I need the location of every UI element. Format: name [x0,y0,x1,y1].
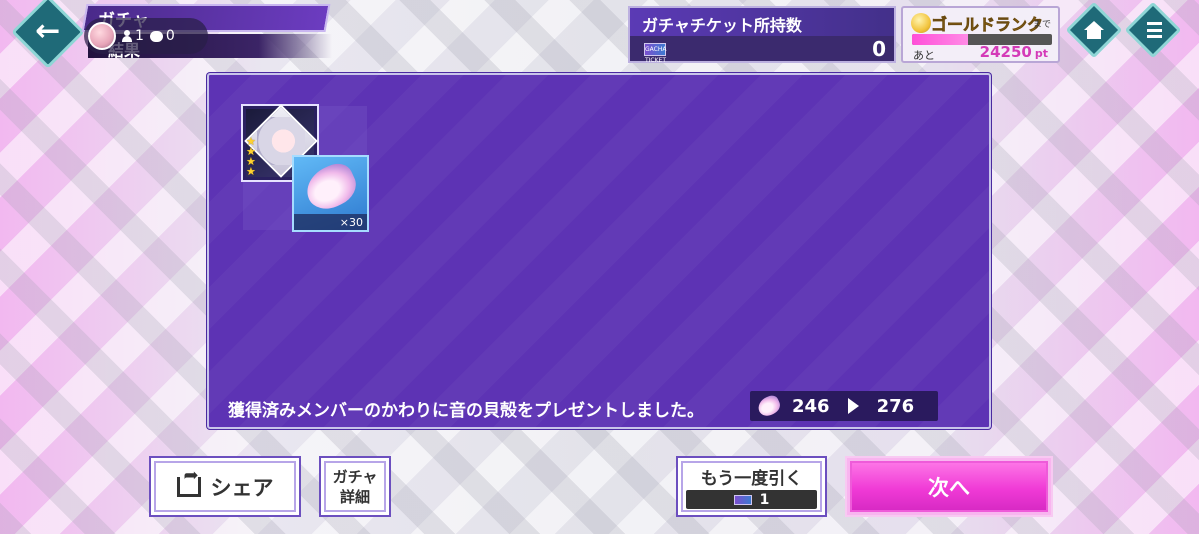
home-button[interactable] [1065,1,1123,59]
members-stat: 1 [122,28,144,44]
next-button[interactable]: 次へ [845,456,1053,517]
rank-suffix: まで [1033,20,1052,30]
share-label: シェア [210,475,274,500]
star-icon: ★ [246,165,256,178]
ticket-icon [733,494,752,505]
shell-icon [755,393,783,419]
comments-stat: 0 [149,28,175,44]
comments-count: 0 [165,28,175,44]
home-icon [1084,21,1104,39]
avatar [88,22,116,50]
next-label: 次へ [928,475,970,500]
rank-points: 24250 pt [980,43,1048,61]
shell-after: 276 [876,395,915,417]
ticket-icon: GACHA TICKET [644,43,666,64]
title-block: ガチャ 結果 1 0 [81,4,332,60]
back-arrow-icon: ← [35,13,61,49]
members-count: 1 [135,28,144,44]
shell-change-box: 246 276 [750,391,938,421]
ticket-title: ガチャチケット所持数 [630,8,894,36]
share-button[interactable]: シェア [149,456,301,517]
rank-name: ゴールドランク [931,15,1044,35]
chat-icon [149,30,163,42]
draw-again-button[interactable]: もう一度引く 1 [676,456,827,517]
rank-panel[interactable]: ゴールドランク まで あと 24250 pt [901,6,1060,63]
rank-progress-fill [912,34,968,45]
shell-item-result[interactable]: ×30 [292,155,369,232]
draw-again-cost-value: 1 [759,491,770,508]
detail-label-line2: 詳細 [339,487,370,506]
detail-label-line1: ガチャ [332,467,378,486]
gacha-result-panel: ★ ★ ★ ★ x1 ×30 獲得済みメンバーのかわりに音の貝殻をプレゼントしま… [207,73,991,429]
ticket-count: 0 [872,37,886,61]
result-message: 獲得済みメンバーのかわりに音の貝殻をプレゼントしました。 [228,401,704,421]
gold-medal-icon [911,13,931,33]
share-icon [176,465,201,497]
shell-icon [299,158,363,216]
room-info[interactable]: 1 0 [84,18,208,54]
rank-remaining-label: あと [913,49,935,62]
ticket-panel: ガチャチケット所持数 GACHA TICKET 0 [628,6,896,64]
menu-icon [1144,22,1162,38]
rarity-stars: ★ ★ ★ ★ [246,136,258,178]
person-icon [122,30,132,42]
arrow-right-icon [847,398,859,414]
gacha-detail-button[interactable]: ガチャ 詳細 [319,456,391,517]
menu-button[interactable] [1124,1,1182,59]
draw-again-cost: 1 [686,490,817,509]
shell-item-count: ×30 [339,216,363,229]
back-button[interactable]: ← [11,0,85,69]
shell-before: 246 [792,395,830,417]
rank-points-value: 24250 [979,43,1032,61]
rank-points-unit: pt [1034,47,1048,60]
draw-again-label: もう一度引く [700,469,803,489]
